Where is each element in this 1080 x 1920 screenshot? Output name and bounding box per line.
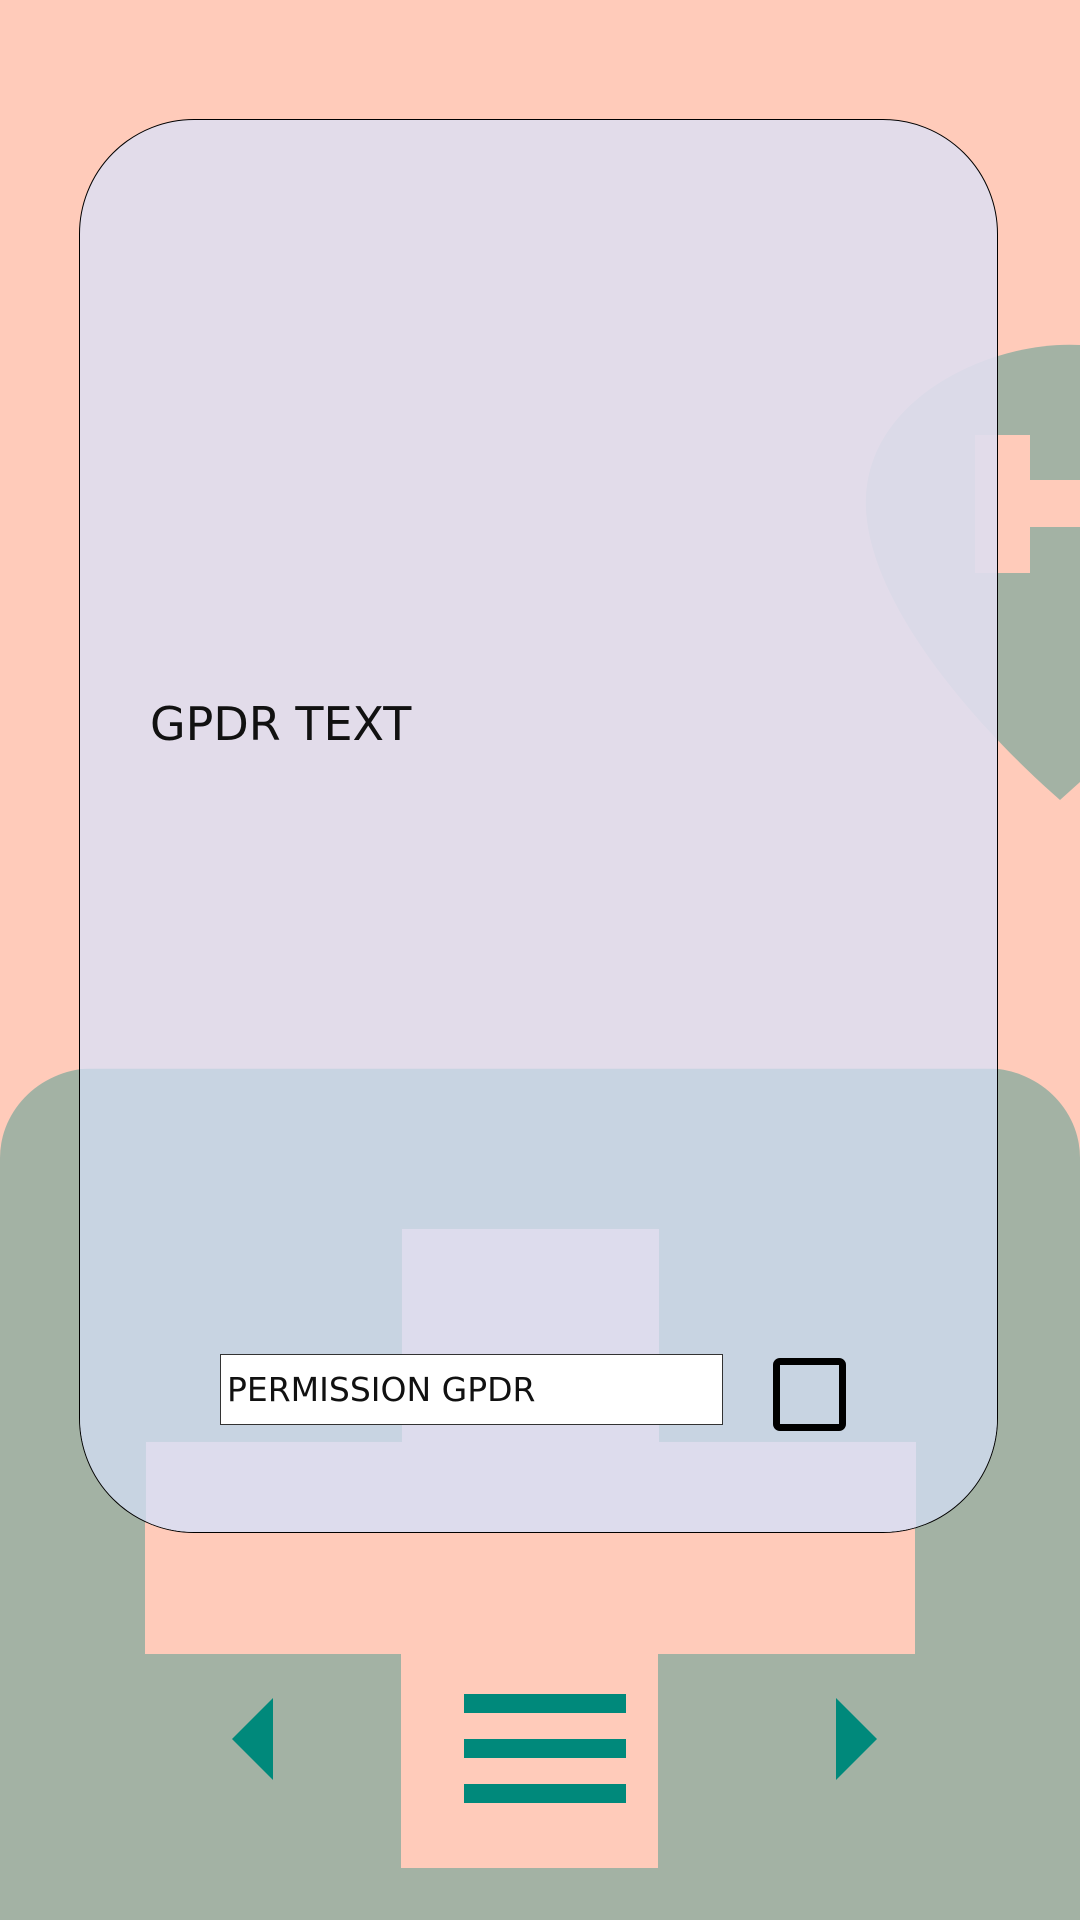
menu-bar-middle xyxy=(464,1739,626,1758)
permission-gdpr-label-field[interactable]: PERMISSION GPDR xyxy=(220,1354,723,1425)
menu-bar-bottom xyxy=(464,1784,626,1803)
hamburger-menu-icon[interactable] xyxy=(464,1694,626,1803)
menu-bar-top xyxy=(464,1694,626,1713)
triangle-left-icon[interactable] xyxy=(232,1698,273,1780)
dialog-cross-tint-horizontal xyxy=(146,1442,916,1532)
triangle-right-icon[interactable] xyxy=(836,1698,877,1780)
permission-checkbox[interactable] xyxy=(773,1358,846,1431)
gdpr-dialog-card xyxy=(79,119,998,1533)
gdpr-body-text: GPDR TEXT xyxy=(150,697,412,751)
